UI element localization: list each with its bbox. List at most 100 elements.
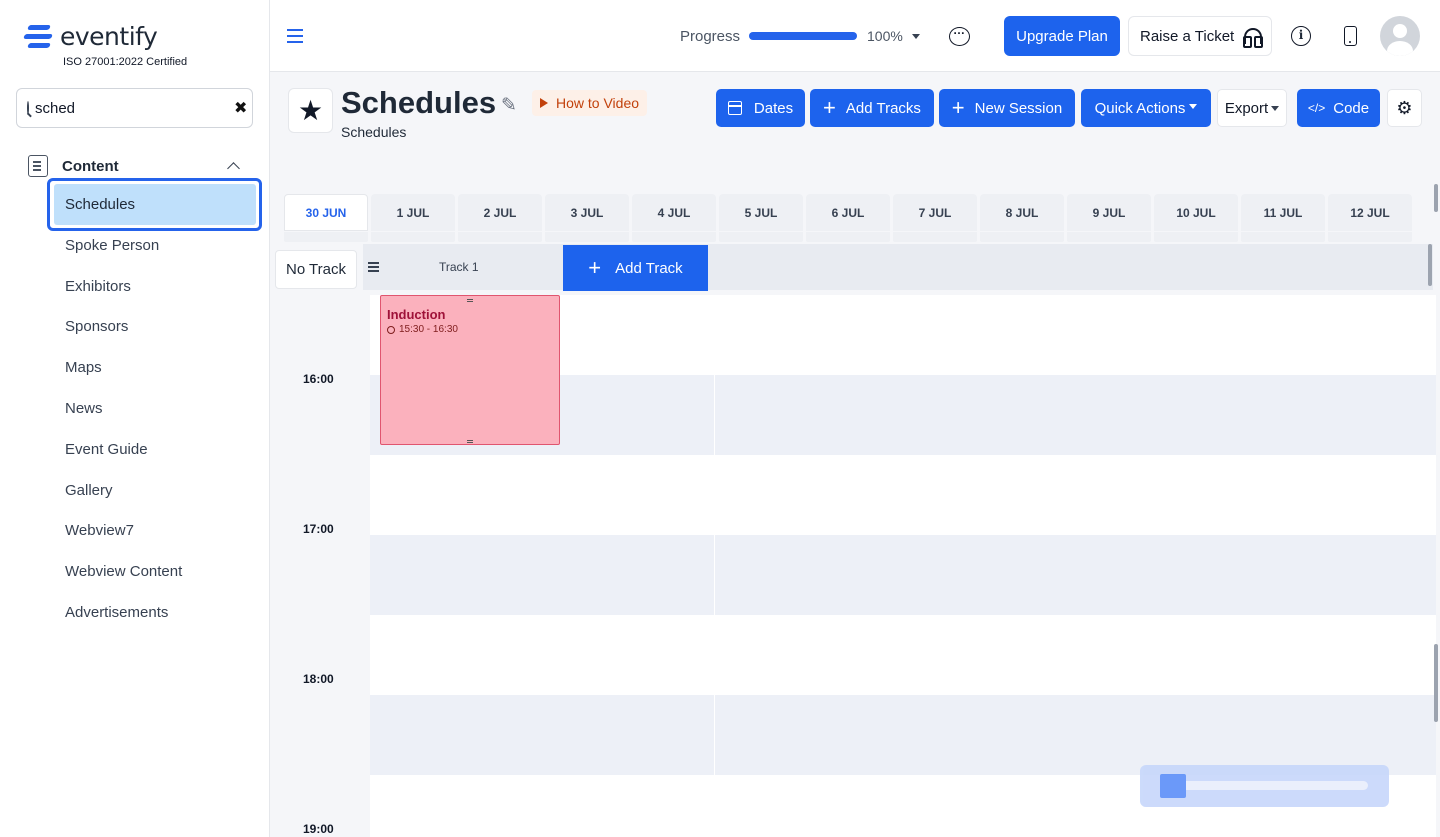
resize-handle-bottom[interactable] bbox=[467, 440, 473, 441]
clock-icon bbox=[387, 325, 395, 334]
chevron-up-icon bbox=[227, 162, 240, 175]
track-scrollbar[interactable] bbox=[1428, 244, 1432, 286]
vertical-scrollbar[interactable] bbox=[1434, 644, 1438, 722]
session-time: 15:30 - 16:30 bbox=[387, 324, 458, 335]
content-group-label: Content bbox=[62, 157, 119, 175]
how-to-video-link[interactable]: How to Video bbox=[532, 90, 648, 116]
dates-button[interactable]: Dates bbox=[716, 89, 805, 127]
sidebar-item-webview7[interactable]: Webview7 bbox=[47, 511, 262, 552]
date-tab-underline bbox=[1328, 232, 1412, 242]
plus-icon: + bbox=[588, 255, 602, 280]
raise-ticket-button[interactable]: Raise a Ticket bbox=[1128, 16, 1272, 56]
track-column-header[interactable]: Track 1 bbox=[363, 244, 562, 290]
date-tab[interactable]: 12 JUL bbox=[1328, 194, 1412, 231]
date-tab[interactable]: 6 JUL bbox=[806, 194, 890, 231]
gear-icon: ⚙ bbox=[1396, 97, 1413, 118]
date-tab-underline bbox=[371, 232, 455, 242]
main-content: ★ Schedules ✎ How to Video Schedules Dat… bbox=[270, 72, 1440, 837]
settings-gear-button[interactable]: ⚙ bbox=[1387, 89, 1422, 127]
content-icon bbox=[28, 155, 48, 177]
search-box: ✖ bbox=[16, 88, 253, 128]
track-name: Track 1 bbox=[439, 260, 479, 274]
sidebar-item-event-guide[interactable]: Event Guide bbox=[47, 429, 262, 470]
add-track-label: Add Track bbox=[615, 259, 683, 277]
code-button[interactable]: </> Code bbox=[1297, 89, 1380, 127]
page-title: Schedules bbox=[341, 85, 497, 120]
date-tab[interactable]: 8 JUL bbox=[980, 194, 1064, 231]
sidebar-item-spoke-person[interactable]: Spoke Person bbox=[47, 225, 262, 266]
time-label: 19:00 bbox=[303, 822, 334, 836]
close-icon[interactable]: ✖ bbox=[234, 98, 247, 118]
code-label: Code bbox=[1333, 99, 1370, 117]
star-icon: ★ bbox=[288, 88, 333, 133]
date-tab-underline bbox=[980, 232, 1064, 242]
time-label: 17:00 bbox=[303, 522, 334, 536]
raise-ticket-label: Raise a Ticket bbox=[1140, 27, 1235, 45]
quick-actions-button[interactable]: Quick Actions bbox=[1081, 89, 1211, 127]
chat-icon[interactable] bbox=[949, 23, 970, 46]
date-tab[interactable]: 4 JUL bbox=[632, 194, 716, 231]
upgrade-plan-button[interactable]: Upgrade Plan bbox=[1004, 16, 1120, 56]
date-tab[interactable]: 9 JUL bbox=[1067, 194, 1151, 231]
export-button[interactable]: Export bbox=[1217, 89, 1287, 127]
how-to-video-label: How to Video bbox=[556, 95, 640, 111]
date-tab[interactable]: 11 JUL bbox=[1241, 194, 1325, 231]
edit-pencil-icon[interactable]: ✎ bbox=[501, 94, 517, 117]
date-scrollbar[interactable] bbox=[1434, 184, 1438, 212]
date-tab-underline bbox=[893, 232, 977, 242]
progress-dropdown-icon[interactable] bbox=[912, 34, 920, 39]
date-tab-underline bbox=[806, 232, 890, 242]
date-tab-underline bbox=[545, 232, 629, 242]
resize-handle-top[interactable] bbox=[467, 299, 473, 300]
scroll-track bbox=[1160, 781, 1368, 790]
date-tab-underline bbox=[632, 232, 716, 242]
page-subtitle: Schedules bbox=[341, 124, 407, 140]
drag-handle-icon[interactable] bbox=[368, 266, 379, 268]
logo[interactable]: eventify bbox=[23, 22, 158, 51]
sidebar-item-advertisements[interactable]: Advertisements bbox=[47, 592, 262, 633]
date-tab[interactable]: 5 JUL bbox=[719, 194, 803, 231]
horizontal-scroll-widget[interactable] bbox=[1140, 765, 1389, 807]
progress-fill bbox=[749, 32, 857, 40]
search-input[interactable] bbox=[35, 99, 234, 117]
time-label: 18:00 bbox=[303, 672, 334, 686]
content-group-header[interactable]: Content bbox=[28, 155, 248, 177]
sidebar-item-exhibitors[interactable]: Exhibitors bbox=[47, 266, 262, 307]
caret-down-icon bbox=[1189, 104, 1198, 109]
headset-icon bbox=[1243, 28, 1264, 48]
eventify-logo-icon bbox=[23, 23, 54, 51]
sidebar-item-news[interactable]: News bbox=[47, 388, 262, 429]
avatar[interactable] bbox=[1380, 16, 1420, 56]
date-tab[interactable]: 3 JUL bbox=[545, 194, 629, 231]
sidebar-item-sponsors[interactable]: Sponsors bbox=[47, 307, 262, 348]
add-track-button[interactable]: + Add Track bbox=[563, 245, 708, 291]
play-icon bbox=[540, 98, 548, 108]
date-tab[interactable]: 10 JUL bbox=[1154, 194, 1238, 231]
mobile-preview-icon[interactable] bbox=[1344, 26, 1357, 46]
info-icon[interactable]: i bbox=[1291, 26, 1311, 46]
scroll-thumb[interactable] bbox=[1160, 774, 1186, 798]
sidebar-item-maps[interactable]: Maps bbox=[47, 347, 262, 388]
add-tracks-button[interactable]: + Add Tracks bbox=[810, 89, 934, 127]
new-session-button[interactable]: + New Session bbox=[939, 89, 1075, 127]
date-tab[interactable]: 1 JUL bbox=[371, 194, 455, 231]
date-tab[interactable]: 7 JUL bbox=[893, 194, 977, 231]
session-card[interactable]: Induction 15:30 - 16:30 bbox=[380, 295, 560, 445]
date-tabs: 30 JUN 1 JUL 2 JUL 3 JUL 4 JUL 5 JUL 6 J… bbox=[284, 194, 1416, 244]
date-tab-underline bbox=[1067, 232, 1151, 242]
time-slot-band bbox=[370, 535, 1436, 615]
sidebar-item-gallery[interactable]: Gallery bbox=[47, 470, 262, 511]
date-tab-underline bbox=[458, 232, 542, 242]
sidebar-item-webview-content[interactable]: Webview Content bbox=[47, 551, 262, 592]
add-tracks-label: Add Tracks bbox=[845, 99, 921, 117]
date-tab[interactable]: 30 JUN bbox=[284, 194, 368, 231]
date-tab[interactable]: 2 JUL bbox=[458, 194, 542, 231]
menu-icon[interactable] bbox=[287, 29, 303, 31]
top-bar: Progress 100% Upgrade Plan Raise a Ticke… bbox=[270, 0, 1440, 72]
track-header-row: Track 1 bbox=[363, 244, 1433, 290]
date-tab-underline bbox=[1241, 232, 1325, 242]
sidebar-item-schedules[interactable]: Schedules bbox=[47, 178, 262, 231]
calendar-icon bbox=[727, 101, 742, 115]
new-session-label: New Session bbox=[974, 99, 1063, 117]
no-track-button[interactable]: No Track bbox=[275, 250, 357, 289]
